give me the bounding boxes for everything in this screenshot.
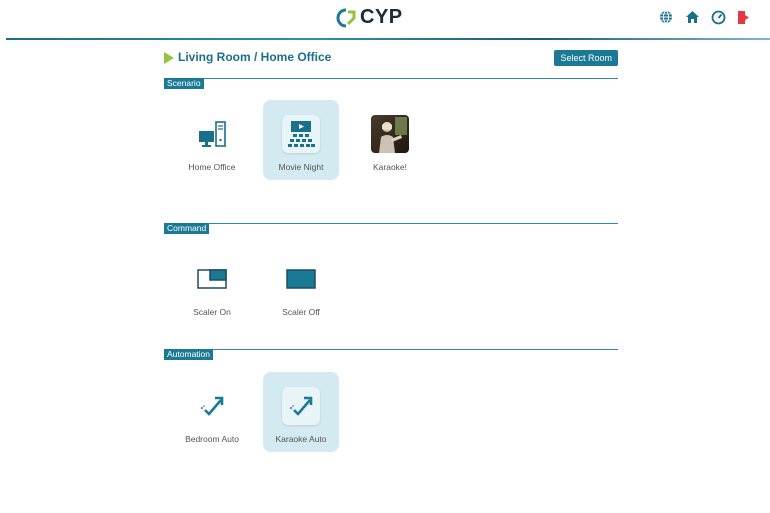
scenario-movie-night[interactable]: Movie Night	[263, 100, 339, 180]
scaler-on-icon	[193, 260, 231, 298]
command-section: Command Scaler On Scaler Off	[164, 223, 618, 333]
section-divider	[164, 223, 618, 224]
automation-icon	[193, 387, 231, 425]
tile-label: Bedroom Auto	[185, 434, 239, 444]
section-divider	[164, 78, 618, 79]
tile-label: Home Office	[188, 162, 236, 172]
tile-label: Karaoke Auto	[275, 434, 327, 444]
automation-bedroom-auto[interactable]: Bedroom Auto	[174, 372, 250, 452]
dashboard-icon[interactable]	[710, 9, 726, 25]
scaler-off-icon	[282, 260, 320, 298]
command-scaler-off[interactable]: Scaler Off	[263, 245, 339, 325]
logo-mark-icon	[336, 8, 356, 27]
header-divider	[6, 38, 770, 40]
tile-label: Movie Night	[278, 162, 324, 172]
logo-text: CYP	[360, 6, 403, 28]
language-icon[interactable]	[658, 9, 674, 25]
home-icon[interactable]	[684, 9, 700, 25]
scenario-home-office[interactable]: Home Office	[174, 100, 250, 180]
tile-label: Karaoke!	[372, 162, 408, 172]
automation-section: Automation Bedroom Auto Karaoke Auto	[164, 349, 618, 459]
play-arrow-icon	[164, 52, 174, 64]
logout-icon[interactable]	[736, 9, 752, 25]
select-room-button[interactable]: Select Room	[554, 50, 618, 66]
section-label-command: Command	[164, 223, 210, 234]
scenario-section: Scenario Home Office Movie Night Karaoke…	[164, 78, 618, 198]
room-title: Living Room / Home Office	[178, 50, 332, 64]
karaoke-photo	[371, 115, 409, 153]
scenario-karaoke[interactable]: Karaoke!	[352, 100, 428, 180]
cyp-logo: CYP	[335, 6, 403, 29]
section-divider	[164, 349, 618, 350]
automation-karaoke-auto[interactable]: Karaoke Auto	[263, 372, 339, 452]
tile-label: Scaler Off	[282, 307, 320, 317]
section-label-scenario: Scenario	[164, 78, 204, 89]
section-label-automation: Automation	[164, 349, 213, 360]
app-header: CYP	[0, 0, 770, 40]
tile-label: Scaler On	[193, 307, 231, 317]
theater-icon	[282, 115, 320, 153]
automation-icon	[282, 387, 320, 425]
command-scaler-on[interactable]: Scaler On	[174, 245, 250, 325]
computer-icon	[193, 115, 231, 153]
room-bar: Living Room / Home Office Select Room	[164, 50, 618, 68]
